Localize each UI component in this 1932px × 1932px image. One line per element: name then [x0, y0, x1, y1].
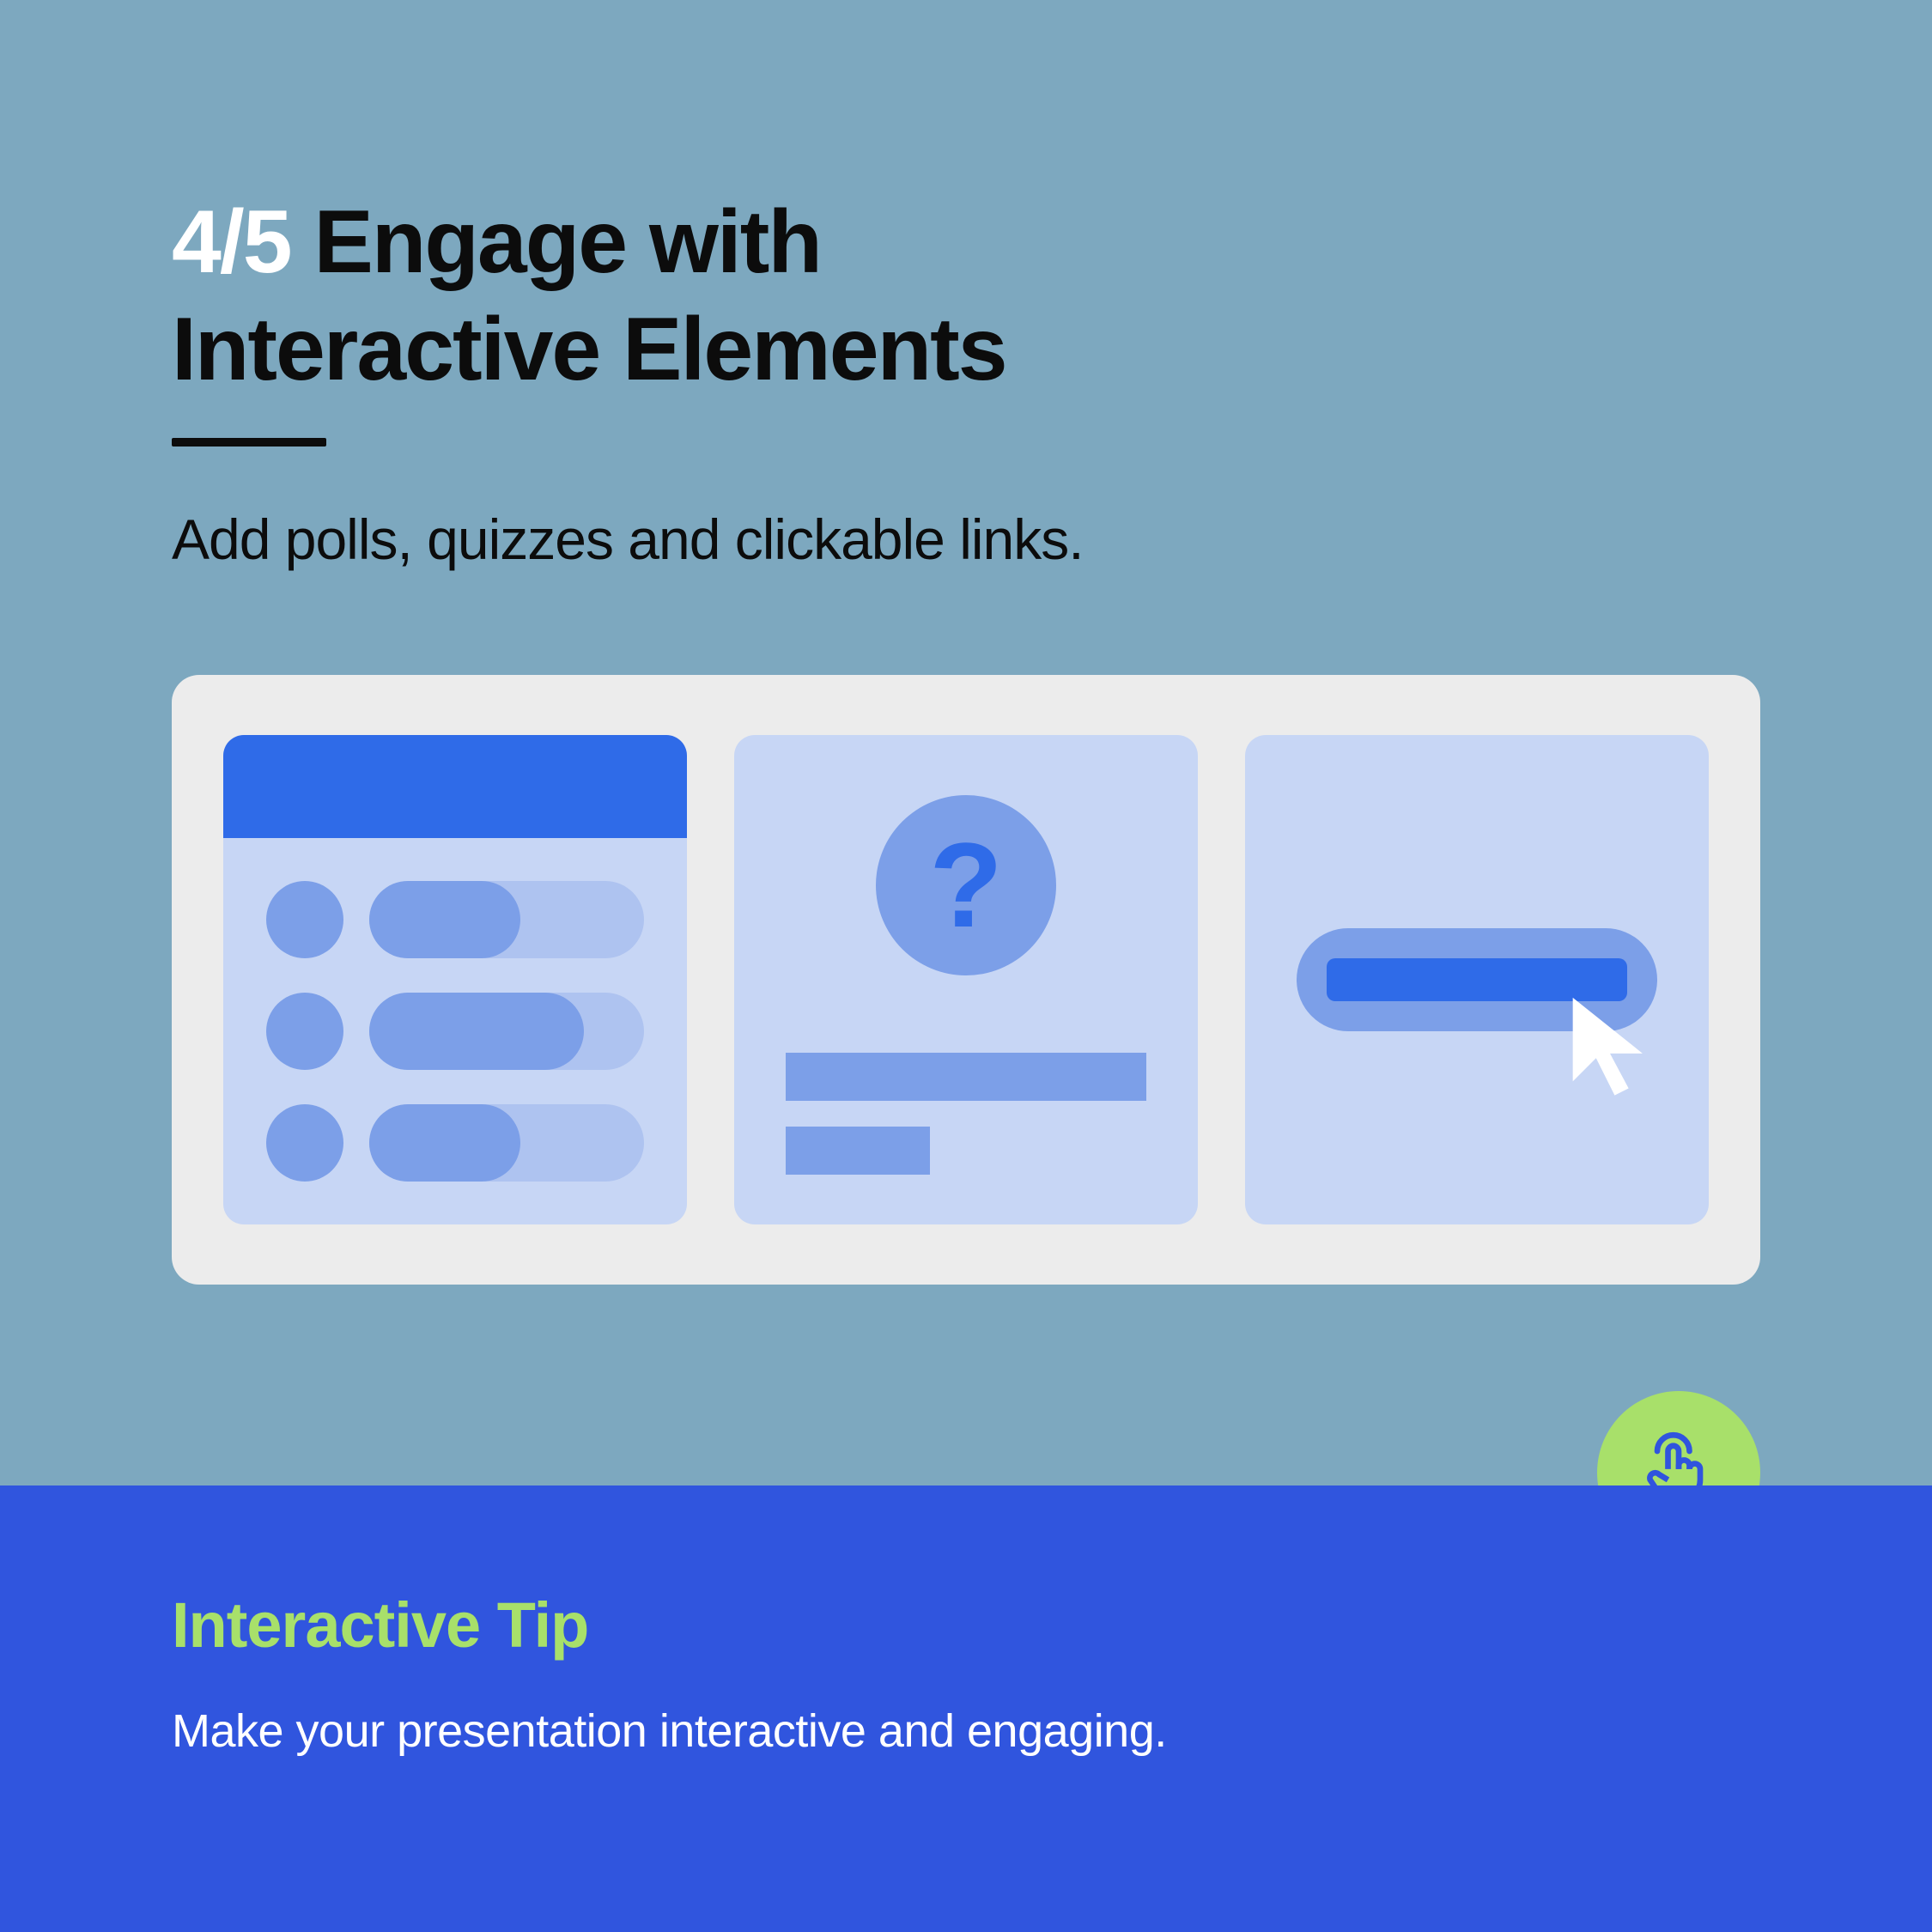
quiz-body: ?	[734, 735, 1198, 1175]
poll-bar-track	[369, 881, 644, 958]
poll-card	[223, 735, 687, 1224]
poll-body	[223, 838, 687, 1182]
illustration-row: ?	[172, 675, 1760, 1285]
quiz-card: ?	[734, 735, 1198, 1224]
poll-bar-track	[369, 1104, 644, 1182]
poll-dot-icon	[266, 881, 343, 958]
tip-body: Make your presentation interactive and e…	[172, 1704, 1760, 1758]
step-number: 4/5	[172, 192, 291, 292]
header-section: 4/5 Engage with Interactive Elements Add…	[0, 0, 1932, 572]
link-card	[1245, 735, 1709, 1224]
poll-row	[266, 993, 644, 1070]
quiz-text-placeholder	[786, 1053, 1146, 1101]
title-divider	[172, 438, 326, 447]
poll-dot-icon	[266, 993, 343, 1070]
poll-row	[266, 881, 644, 958]
tip-banner: Interactive Tip Make your presentation i…	[0, 1485, 1932, 1932]
question-mark-icon: ?	[876, 795, 1056, 975]
poll-bar-fill	[369, 881, 520, 958]
poll-dot-icon	[266, 1104, 343, 1182]
page-title: 4/5 Engage with Interactive Elements	[172, 189, 1760, 404]
subtitle: Add polls, quizzes and clickable links.	[172, 507, 1760, 572]
poll-bar-track	[369, 993, 644, 1070]
quiz-text-placeholder	[786, 1127, 930, 1175]
poll-row	[266, 1104, 644, 1182]
question-mark-glyph: ?	[929, 816, 1003, 955]
title-line-2: Interactive Elements	[172, 300, 1006, 399]
poll-bar-fill	[369, 993, 584, 1070]
tip-title: Interactive Tip	[172, 1589, 1760, 1662]
title-line-1: Engage with	[313, 192, 820, 292]
link-body	[1245, 735, 1709, 1224]
poll-header-bar	[223, 735, 687, 838]
cursor-icon	[1554, 988, 1666, 1100]
poll-bar-fill	[369, 1104, 520, 1182]
